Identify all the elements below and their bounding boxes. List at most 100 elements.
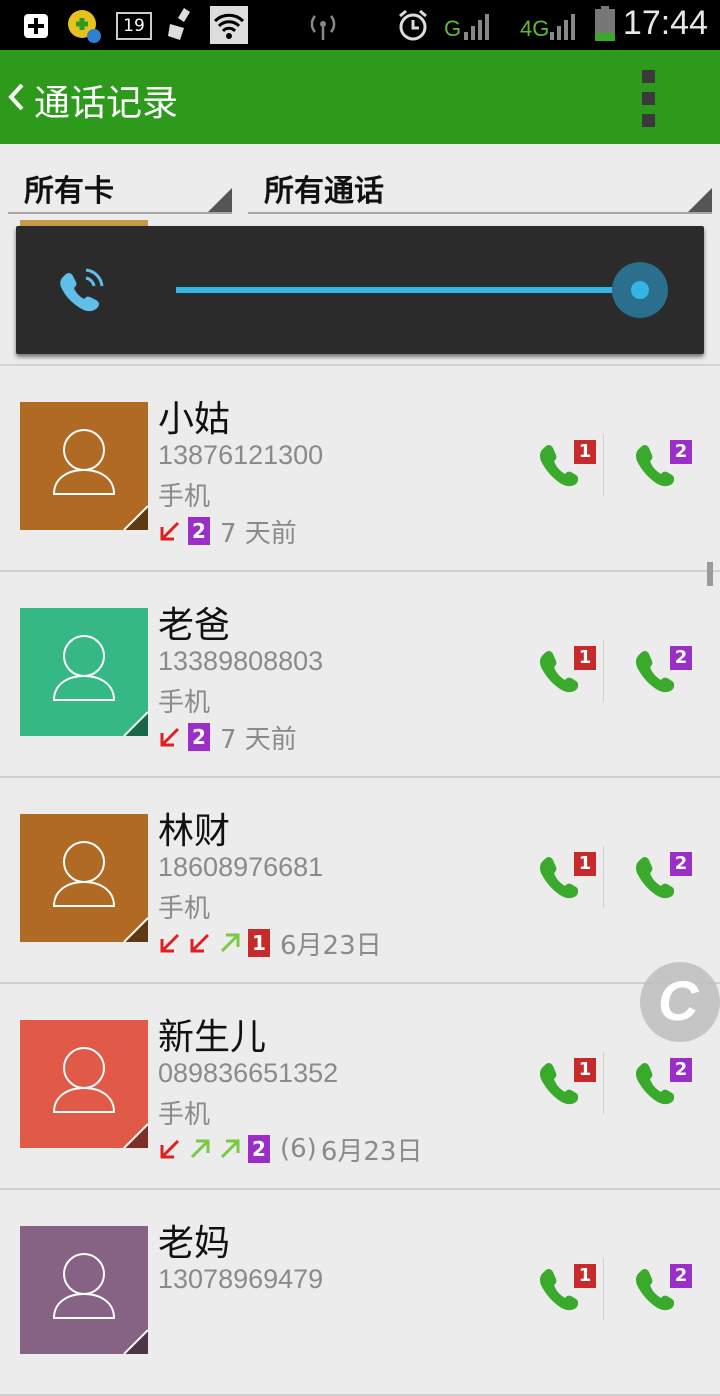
sim-filter-label: 所有卡 [24,174,114,209]
divider [603,1052,604,1114]
network-label: 4G [520,16,550,41]
overflow-menu-icon[interactable] [642,70,656,130]
sim-badge: 2 [188,517,210,545]
call-sim1-button[interactable]: 1 [538,646,596,702]
call-details: 1 6月23日 [158,926,382,961]
status-bar: 19 G 4G 17:44 [0,0,720,50]
call-time: 6月23日 [320,1136,423,1167]
phone-number: 18608976681 [158,852,324,882]
sim2-badge: 2 [670,1058,692,1082]
sim1-badge: 1 [574,1264,596,1288]
call-time: 7 天前 [220,518,297,549]
contact-name: 老爸 [158,605,231,646]
sim-badge: 1 [248,929,270,957]
call-sim2-button[interactable]: 2 [634,852,692,908]
phone-icon [538,857,579,904]
call-log-row[interactable]: 老爸 13389808803 手机 2 7 天前 1 2 [0,572,720,778]
outgoing-call-icon [220,1139,240,1159]
call-log-row[interactable]: 新生儿 089836651352 手机 2 (6) 6月23日 1 2 [0,984,720,1190]
floating-action-button[interactable]: C [640,962,720,1042]
contact-name: 林财 [158,811,231,852]
person-icon [52,1253,148,1354]
clean-icon [168,8,190,40]
call-details: 2 (6) 6月23日 [158,1132,423,1167]
person-icon [52,635,148,736]
volume-track[interactable] [176,287,640,293]
call-sim2-button[interactable]: 2 [634,1264,692,1320]
hotspot-icon [310,15,336,40]
avatar[interactable] [20,814,148,942]
back-icon[interactable] [6,82,26,112]
phone-number: 13389808803 [158,646,324,676]
outgoing-call-icon [190,1139,210,1159]
sim1-badge: 1 [574,646,596,670]
phone-number: 13876121300 [158,440,324,470]
wifi-icon [210,6,248,44]
signal-label: G [444,16,462,41]
contact-name: 老妈 [158,1223,231,1264]
person-icon [52,429,148,530]
call-sim2-button[interactable]: 2 [634,646,692,702]
number-type: 手机 [158,688,211,718]
avatar[interactable] [20,1226,148,1354]
add-icon [24,14,48,38]
filter-bar: 所有卡 所有通话 [0,144,720,224]
sim2-badge: 2 [670,440,692,464]
phone-icon [538,445,579,492]
sim1-badge: 1 [574,1058,596,1082]
missed-call-icon [160,933,180,953]
contact-name: 新生儿 [158,1017,267,1058]
battery-icon [595,6,615,41]
page-title[interactable]: 通话记录 [34,74,178,126]
avatar[interactable] [20,402,148,530]
clock: 17:44 [622,4,708,42]
person-icon [52,841,148,942]
calendar-icon: 19 [116,12,152,40]
call-sim1-button[interactable]: 1 [538,1058,596,1114]
signal-icon [464,14,489,40]
phone-icon [538,1063,579,1110]
divider [603,846,604,908]
phone-icon [538,651,579,698]
in-call-volume-icon [60,268,104,312]
alarm-icon [399,9,427,41]
volume-slider-thumb-core [631,281,649,299]
phone-icon [634,1269,675,1316]
divider [603,1258,604,1320]
sim-filter-spinner[interactable]: 所有卡 [8,164,232,214]
app-icon [68,10,101,43]
call-sim1-button[interactable]: 1 [538,440,596,496]
call-log-list: 小姑 13876121300 手机 2 7 天前 1 2 老爸 13389808803 手机 2 7 … [0,366,720,1396]
divider [603,640,604,702]
missed-call-icon [160,1139,180,1159]
number-type: 手机 [158,1100,211,1130]
call-time: 6月23日 [280,930,382,961]
sim-badge: 2 [188,723,210,751]
phone-icon [634,651,675,698]
avatar[interactable] [20,1020,148,1148]
phone-icon [634,445,675,492]
call-sim2-button[interactable]: 2 [634,1058,692,1114]
call-sim2-button[interactable]: 2 [634,440,692,496]
call-sim1-button[interactable]: 1 [538,1264,596,1320]
phone-number: 089836651352 [158,1058,339,1088]
number-type: 手机 [158,894,211,924]
number-type: 手机 [158,482,211,512]
call-log-row[interactable]: 林财 18608976681 手机 1 6月23日 1 2 [0,778,720,984]
call-time: 7 天前 [220,724,297,755]
divider [603,434,604,496]
phone-icon [634,1063,675,1110]
call-details: 2 7 天前 [158,720,297,755]
missed-call-icon [190,933,210,953]
call-sim1-button[interactable]: 1 [538,852,596,908]
outgoing-call-icon [220,933,240,953]
floating-button-label: C [658,969,699,1032]
call-log-row[interactable]: 老妈 13078969479 1 2 [0,1190,720,1396]
call-filter-spinner[interactable]: 所有通话 [248,164,712,214]
avatar[interactable] [20,608,148,736]
dropdown-arrow-icon [688,188,712,212]
sim2-badge: 2 [670,646,692,670]
scrollbar[interactable] [707,562,713,586]
call-log-row[interactable]: 小姑 13876121300 手机 2 7 天前 1 2 [0,366,720,572]
sim-badge: 2 [248,1135,270,1163]
